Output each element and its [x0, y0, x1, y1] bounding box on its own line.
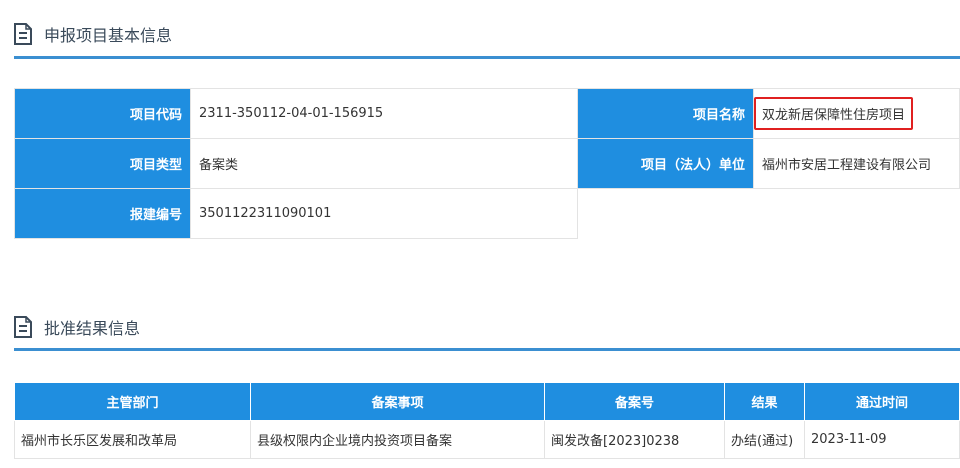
project-name-cell: 双龙新居保障性住房项目	[753, 88, 960, 139]
document-icon	[14, 23, 32, 45]
section-title-text: 批准结果信息	[44, 319, 141, 338]
approval-result-table: 主管部门 备案事项 备案号 结果 通过时间 福州市长乐区发展和改革局 县级权限内…	[14, 382, 960, 459]
table-row: 报建编号 3501122311090101	[14, 188, 960, 239]
cell-pass-time: 2023-11-09	[804, 420, 960, 459]
project-unit-value: 福州市安居工程建设有限公司	[753, 138, 960, 189]
cell-department: 福州市长乐区发展和改革局	[14, 420, 251, 459]
section-divider	[14, 348, 960, 351]
cell-filing-item: 县级权限内企业境内投资项目备案	[250, 420, 545, 459]
project-name-label: 项目名称	[577, 88, 754, 139]
table-header-row: 主管部门 备案事项 备案号 结果 通过时间	[14, 382, 960, 421]
table-row: 福州市长乐区发展和改革局 县级权限内企业境内投资项目备案 闽发改备[2023]0…	[14, 420, 960, 459]
project-name-value: 双龙新居保障性住房项目	[754, 97, 914, 130]
cell-filing-number: 闽发改备[2023]0238	[544, 420, 725, 459]
project-type-value: 备案类	[190, 138, 578, 189]
cell-result: 办结(通过)	[724, 420, 805, 459]
header-filing-item: 备案事项	[250, 382, 545, 421]
build-number-value: 3501122311090101	[190, 188, 578, 239]
section-title-text: 申报项目基本信息	[44, 26, 173, 45]
project-info-table: 项目代码 2311-350112-04-01-156915 项目名称 双龙新居保…	[14, 88, 960, 239]
header-department: 主管部门	[14, 382, 251, 421]
project-info-section-title: 申报项目基本信息	[14, 19, 172, 49]
header-result: 结果	[724, 382, 805, 421]
section-divider	[14, 56, 960, 59]
header-pass-time: 通过时间	[804, 382, 960, 421]
empty-cell	[578, 189, 960, 239]
project-code-label: 项目代码	[14, 88, 191, 139]
table-row: 项目类型 备案类 项目（法人）单位 福州市安居工程建设有限公司	[14, 138, 960, 189]
build-number-label: 报建编号	[14, 188, 191, 239]
approval-section-title: 批准结果信息	[14, 312, 140, 342]
header-filing-number: 备案号	[544, 382, 725, 421]
project-type-label: 项目类型	[14, 138, 191, 189]
project-code-value: 2311-350112-04-01-156915	[190, 88, 578, 139]
document-icon	[14, 316, 32, 338]
project-unit-label: 项目（法人）单位	[577, 138, 754, 189]
table-row: 项目代码 2311-350112-04-01-156915 项目名称 双龙新居保…	[14, 88, 960, 139]
